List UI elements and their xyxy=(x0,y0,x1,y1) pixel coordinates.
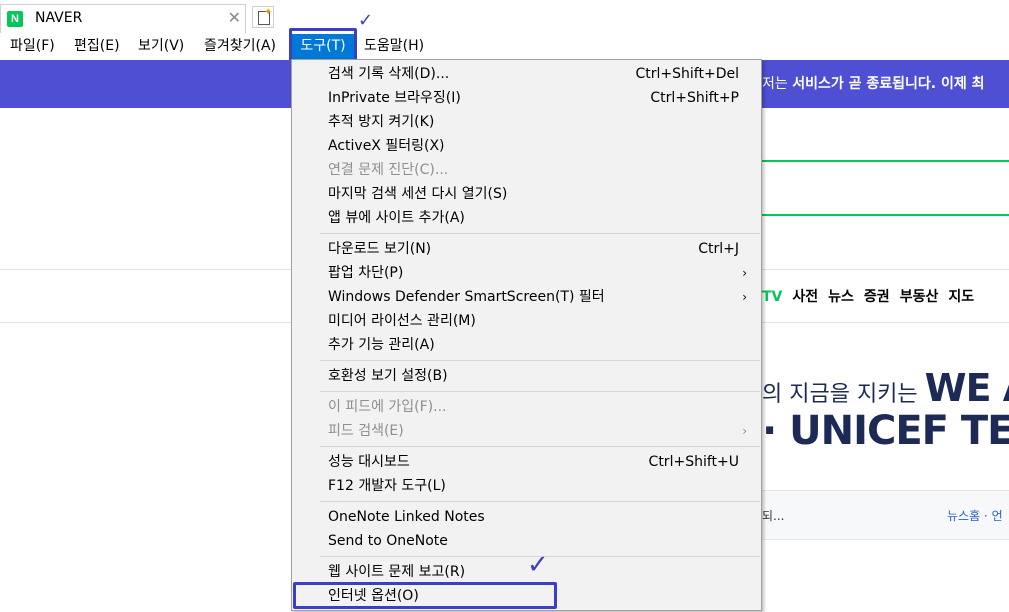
banner-text: 저는 서비스가 곧 종료됩니다. 이제 최 xyxy=(762,76,985,92)
menu-item-이-피드에-가입: 이 피드에 가입(F)... xyxy=(292,396,761,418)
menu-item-추가-기능-관리[interactable]: 추가 기능 관리(A) xyxy=(292,334,761,356)
menu-item-추적-방지-켜기[interactable]: 추적 방지 켜기(K) xyxy=(292,111,761,133)
menu-item-label: Send to OneNote xyxy=(328,533,448,549)
tab-close-icon[interactable]: ✕ xyxy=(228,8,241,27)
news-home-link[interactable]: 뉴스홈 · 언 xyxy=(947,507,1003,524)
menu-item-호환성-보기-설정[interactable]: 호환성 보기 설정(B) xyxy=(292,365,761,387)
menu-item-label: 연결 문제 진단(C)... xyxy=(328,162,449,178)
tab-naver[interactable]: N NAVER ✕ xyxy=(0,4,246,33)
menu-item-f12-개발자-도구[interactable]: F12 개발자 도구(L) xyxy=(292,475,761,497)
tools-dropdown-menu: 검색 기록 삭제(D)... Ctrl+Shift+Del InPrivate 브라… xyxy=(291,59,762,611)
sparkle-icon: ✦ xyxy=(264,7,273,18)
new-tab-button[interactable]: ✦ xyxy=(252,6,274,28)
ad-banner-line1[interactable]: 의 지금을 지키는 WE A xyxy=(762,366,1009,410)
menu-item-label: 이 피드에 가입(F)... xyxy=(328,399,447,415)
menu-item-피드-검색: 피드 검색(E) › xyxy=(292,420,761,442)
annotation-check-icon: ✓ xyxy=(358,10,374,31)
menu-item-팝업-차단[interactable]: 팝업 차단(P) › xyxy=(292,262,761,284)
menu-item-shortcut: Ctrl+Shift+U xyxy=(648,454,739,470)
menu-item-label: ActiveX 필터링(X) xyxy=(328,138,445,154)
nav-stock[interactable]: 증권 xyxy=(864,289,890,305)
search-box-bottom-border xyxy=(762,214,1009,216)
menu-item-shortcut: Ctrl+J xyxy=(698,241,739,257)
annotation-check-icon: ✓ xyxy=(527,550,549,580)
menu-item-성능-대시보드[interactable]: 성능 대시보드 Ctrl+Shift+U xyxy=(292,451,761,473)
menu-item-label: 다운로드 보기(N) xyxy=(328,241,432,257)
nav-realestate[interactable]: 부동산 xyxy=(900,289,939,305)
menu-item-label: InPrivate 브라우징(I) xyxy=(328,90,461,106)
news-headline[interactable]: 되... xyxy=(762,507,784,524)
menu-item-label: 추적 방지 켜기(K) xyxy=(328,114,435,130)
menu-item-shortcut: Ctrl+Shift+Del xyxy=(635,66,739,82)
menu-bar: 파일(F) 편집(E) 보기(V) 즐겨찾기(A) 도구(T) 도움말(H) xyxy=(0,34,1009,59)
menu-item-label: 호환성 보기 설정(B) xyxy=(328,368,448,384)
menu-item-send-to-onenote[interactable]: Send to OneNote xyxy=(292,530,761,552)
menu-item-label: 웹 사이트 문제 보고(R) xyxy=(328,564,466,580)
menu-item-label: 성능 대시보드 xyxy=(328,454,410,470)
menu-item-label: OneNote Linked Notes xyxy=(328,509,485,525)
menu-item-label: 마지막 검색 세션 다시 열기(S) xyxy=(328,186,508,202)
internet-options-annotation-box xyxy=(293,582,557,609)
menu-edit[interactable]: 편집(E) xyxy=(74,34,120,59)
service-nav: TV 사전 뉴스 증권 부동산 지도 xyxy=(762,286,984,306)
submenu-arrow-icon: › xyxy=(742,290,747,304)
menu-help[interactable]: 도움말(H) xyxy=(364,34,424,59)
nav-tv[interactable]: TV xyxy=(762,289,782,305)
menu-separator xyxy=(320,446,760,447)
menu-separator xyxy=(320,360,760,361)
menu-item-label: 피드 검색(E) xyxy=(328,423,404,439)
submenu-arrow-icon: › xyxy=(742,424,747,438)
menu-item-다운로드-보기[interactable]: 다운로드 보기(N) Ctrl+J xyxy=(292,238,761,260)
nav-dictionary[interactable]: 사전 xyxy=(792,289,818,305)
menu-file[interactable]: 파일(F) xyxy=(10,34,55,59)
menu-item-마지막-검색-세션-다시-열기[interactable]: 마지막 검색 세션 다시 열기(S) xyxy=(292,183,761,205)
menu-item-label: F12 개발자 도구(L) xyxy=(328,478,446,494)
menu-item-앱-뷰에-사이트-추가[interactable]: 앱 뷰에 사이트 추가(A) xyxy=(292,207,761,229)
menu-item-label: 앱 뷰에 사이트 추가(A) xyxy=(328,210,465,226)
news-bar: 되... 뉴스홈 · 언 xyxy=(762,490,1009,540)
menu-item-activex-필터링[interactable]: ActiveX 필터링(X) xyxy=(292,135,761,157)
search-box-top-border xyxy=(762,160,1009,162)
menu-item-windows-defender-smartscreen[interactable]: Windows Defender SmartScreen(T) 필터 › xyxy=(292,286,761,308)
menu-item-inprivate-브라우징[interactable]: InPrivate 브라우징(I) Ctrl+Shift+P xyxy=(292,87,761,109)
menu-item-shortcut: Ctrl+Shift+P xyxy=(650,90,739,106)
menu-separator xyxy=(320,233,760,234)
nav-map[interactable]: 지도 xyxy=(948,289,974,305)
menu-item-연결-문제-진단: 연결 문제 진단(C)... xyxy=(292,159,761,181)
menu-view[interactable]: 보기(V) xyxy=(138,34,184,59)
menu-item-label: Windows Defender SmartScreen(T) 필터 xyxy=(328,289,605,305)
menu-item-label: 미디어 라이선스 관리(M) xyxy=(328,313,476,329)
nav-news[interactable]: 뉴스 xyxy=(828,289,854,305)
menu-item-onenote-linked-notes[interactable]: OneNote Linked Notes xyxy=(292,506,761,528)
tools-annotation-box xyxy=(289,28,357,62)
menu-item-label: 검색 기록 삭제(D)... xyxy=(328,66,450,82)
menu-item-검색-기록-삭제[interactable]: 검색 기록 삭제(D)... Ctrl+Shift+Del xyxy=(292,63,761,85)
menu-separator xyxy=(320,501,760,502)
menu-item-label: 팝업 차단(P) xyxy=(328,265,404,281)
naver-favicon-icon: N xyxy=(7,11,23,27)
tab-title: NAVER xyxy=(35,10,83,26)
menu-favorites[interactable]: 즐겨찾기(A) xyxy=(204,34,276,59)
submenu-arrow-icon: › xyxy=(742,266,747,280)
tab-strip: N NAVER ✕ ✦ xyxy=(0,0,1009,34)
menu-separator xyxy=(320,391,760,392)
ad-banner-line2[interactable]: · UNICEF TEA xyxy=(762,408,1009,454)
menu-item-label: 추가 기능 관리(A) xyxy=(328,337,435,353)
menu-item-미디어-라이선스-관리[interactable]: 미디어 라이선스 관리(M) xyxy=(292,310,761,332)
